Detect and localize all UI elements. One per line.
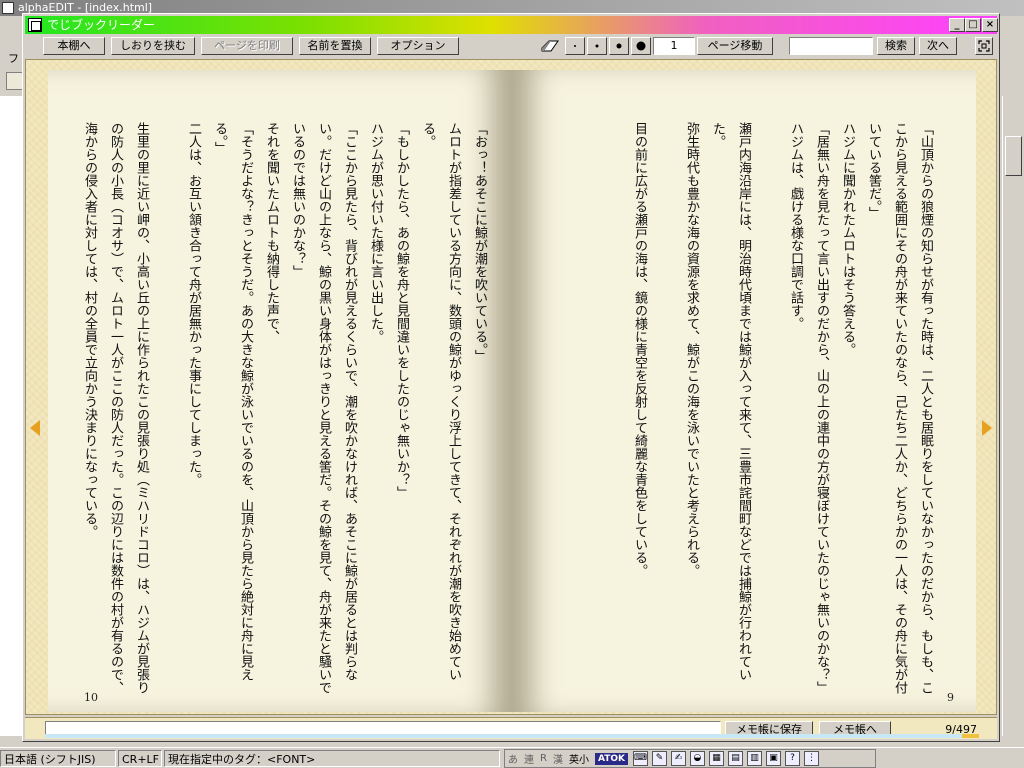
atok-logo[interactable]: ATOK <box>594 752 628 765</box>
menu-file[interactable]: フ <box>8 50 19 66</box>
reader-window: でじブックリーダー _ □ × 本棚へ しおりを挟む ページを印刷 名前を置換 … <box>22 13 1000 742</box>
paragraph <box>154 122 180 702</box>
paragraph: 「山頂からの狼煙の知らせが有った時は、二人とも居眠りをしていなかったのだから、も… <box>866 122 933 694</box>
right-page-number: 9 <box>947 691 954 704</box>
paragraph: ムロトが指差している方向に、数頭の鯨がゆっくり浮上してきて、それぞれが潮を吹き始… <box>420 122 461 681</box>
paragraph: 「ここから見たら、背びれが見えるくらいで、潮を吹かなければ、あそこに鯨が居るとは… <box>290 122 357 694</box>
grid-icon[interactable]: ▦ <box>708 751 724 766</box>
font-size-tiny-button[interactable] <box>565 37 585 55</box>
paragraph: ハジムは、戯ける様な口調で話す。 <box>788 122 803 330</box>
search-button[interactable]: 検索 <box>877 37 915 55</box>
ime-eisho[interactable]: 英小 <box>566 751 592 766</box>
fullscreen-icon[interactable] <box>975 37 993 55</box>
next-button[interactable]: 次へ <box>919 37 957 55</box>
reader-title: でじブックリーダー <box>47 18 156 32</box>
status-bar: 日本語 (シフトJIS) CR+LF 現在指定中のタグ：<FONT> あ 連 R… <box>0 747 1024 768</box>
status-line-ending: CR+LF <box>118 750 162 767</box>
background-scrollbar[interactable] <box>1002 96 1024 736</box>
paragraph: 「おっ！あそこに鯨が潮を吹いている。」 <box>472 122 487 363</box>
shelf-button[interactable]: 本棚へ <box>43 37 105 55</box>
close-button[interactable]: × <box>982 18 998 32</box>
ime-hiragana[interactable]: あ <box>505 751 521 766</box>
left-page-number: 10 <box>84 691 98 704</box>
goto-page-button[interactable]: ページ移動 <box>697 37 773 55</box>
bookmark-button[interactable]: しおりを挟む <box>111 37 195 55</box>
paragraph: 生里の里に近い岬の、小高い丘の上に作られたこの見張り処（ミハリドコロ）は、ハジム… <box>82 122 149 694</box>
scroll-thumb[interactable] <box>1005 136 1022 176</box>
dictionary-icon[interactable]: ▤ <box>727 751 743 766</box>
paragraph: 二人は、お互い頷き合って舟が居無かった事にしてしまった。 <box>186 122 201 486</box>
help-icon[interactable]: ? <box>784 751 800 766</box>
reading-progress-bar <box>45 734 979 738</box>
previous-page-arrow-icon[interactable] <box>30 420 40 436</box>
paragraph: ハジムが思い付いた様に言い出した。 <box>368 122 383 343</box>
status-language: 日本語 (シフトJIS) <box>0 750 116 767</box>
minimize-button[interactable]: _ <box>949 18 965 32</box>
reader-toolbar: 本棚へ しおりを挟む ページを印刷 名前を置換 オプション 1 ページ移動 検索… <box>25 35 997 58</box>
paragraph: それを聞いたムロトも納得した声で、 <box>264 122 279 343</box>
reading-progress-fill <box>962 734 979 738</box>
font-size-medium-button[interactable] <box>609 37 629 55</box>
ime-romaji[interactable]: R <box>537 753 550 764</box>
paragraph: 「居無い舟を見たって言い出すのだから、山の上の連中の方が寝ぼけていたのじゃ無いの… <box>814 122 829 694</box>
book-view: 「おっ！あそこに鯨が潮を吹いている。」 ムロトが指差している方向に、数頭の鯨がゆっ… <box>25 59 997 715</box>
status-current-tag: 現在指定中のタグ：<FONT> <box>164 750 500 767</box>
pen-icon[interactable]: ✎ <box>651 751 667 766</box>
reader-titlebar[interactable]: でじブックリーダー _ □ × <box>25 16 998 34</box>
paragraph: 「もしかしたら、あの鯨を舟と見間違いをしたのじゃ無いか？」 <box>394 122 409 499</box>
reader-app-icon[interactable] <box>28 18 42 32</box>
rename-button[interactable]: 名前を置換 <box>299 37 371 55</box>
eraser-icon[interactable] <box>541 40 559 52</box>
paragraph: ハジムに聞かれたムロトはそう答える。 <box>840 122 855 356</box>
paragraph: 瀬戸内海沿岸には、明治時代頃までは鯨が入って来て、三豊市詫間町などでは捕鯨が行わ… <box>710 122 751 681</box>
options-button[interactable]: オプション <box>377 37 459 55</box>
maximize-button[interactable]: □ <box>965 18 981 32</box>
paragraph <box>756 122 782 702</box>
ime-kanji[interactable]: 漢 <box>550 751 566 766</box>
paragraph <box>652 122 678 702</box>
window-icon[interactable]: ▣ <box>765 751 781 766</box>
circle-icon[interactable]: ◒ <box>689 751 705 766</box>
ime-toolbar: あ 連 R 漢 英小 ATOK ⌨ ✎ ✍ ◒ ▦ ▤ ▥ ▣ ? ⋮ <box>504 749 876 768</box>
paragraph: 「そうだよな？きっとそうだ。あの大きな鯨が泳いでいるのを、山頂から見たら絶対に舟… <box>212 122 253 681</box>
left-page[interactable]: 「おっ！あそこに鯨が潮を吹いている。」 ムロトが指差している方向に、数頭の鯨がゆっ… <box>48 70 512 712</box>
book-icon[interactable]: ▥ <box>746 751 762 766</box>
left-page-text: 「おっ！あそこに鯨が潮を吹いている。」 ムロトが指差している方向に、数頭の鯨がゆっ… <box>72 122 492 702</box>
right-page[interactable]: 「山頂からの狼煙の知らせが有った時は、二人とも居眠りをしていなかったのだから、も… <box>512 70 976 712</box>
brush-icon[interactable]: ✍ <box>670 751 686 766</box>
page-number-input[interactable]: 1 <box>653 37 695 55</box>
paragraph: 目の前に広がる瀬戸の海は、鏡の様に青空を反射して綺麗な青色をしている。 <box>632 122 647 577</box>
paragraph: 弥生時代も豊かな海の資源を求めて、鯨がこの海を泳いでいたと考えられる。 <box>684 122 699 577</box>
font-size-small-button[interactable] <box>587 37 607 55</box>
ime-renbun[interactable]: 連 <box>521 751 537 766</box>
memo-bar: メモ帳に保存 メモ帳へ 9/497 <box>25 717 997 739</box>
keyboard-icon[interactable]: ⌨ <box>632 751 648 766</box>
print-page-button[interactable]: ページを印刷 <box>201 37 293 55</box>
right-page-text: 「山頂からの狼煙の知らせが有った時は、二人とも居眠りをしていなかったのだから、も… <box>538 122 938 702</box>
expand-icon[interactable]: ⋮ <box>803 751 819 766</box>
search-input[interactable] <box>789 37 873 55</box>
next-page-arrow-icon[interactable] <box>982 420 992 436</box>
app-icon <box>2 2 14 14</box>
font-size-large-button[interactable] <box>631 37 651 55</box>
